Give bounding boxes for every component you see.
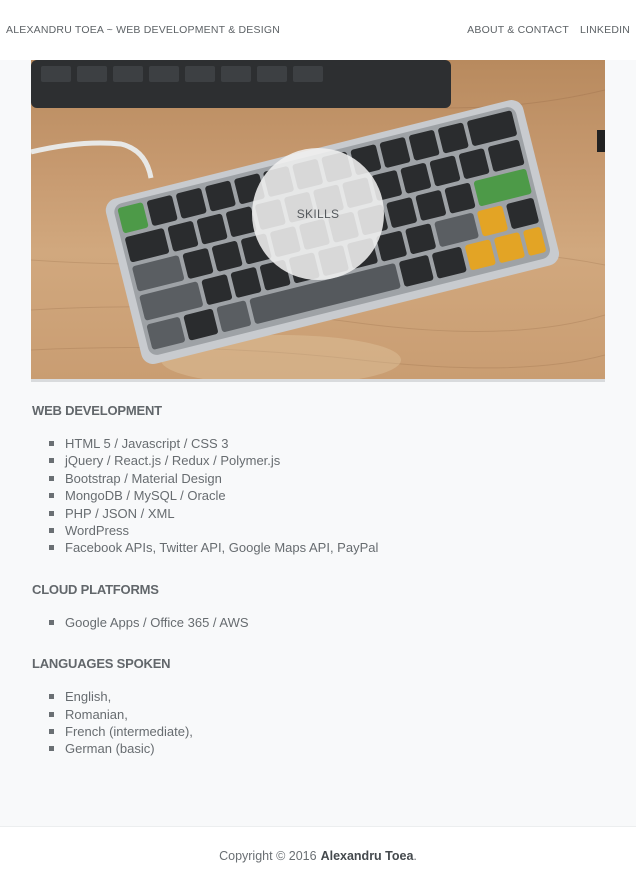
site-header: ALEXANDRU TOEA ~ WEB DEVELOPMENT & DESIG…: [0, 0, 636, 60]
list-item: Google Apps / Office 365 / AWS: [49, 614, 604, 631]
list-item: jQuery / React.js / Redux / Polymer.js: [49, 452, 604, 469]
copyright-suffix: .: [413, 849, 417, 863]
section-title-web-development: WEB DEVELOPMENT: [32, 403, 162, 418]
web-development-list: HTML 5 / Javascript / CSS 3 jQuery / Rea…: [49, 435, 604, 557]
list-item: WordPress: [49, 522, 604, 539]
list-item: French (intermediate),: [49, 723, 604, 740]
section-title-cloud-platforms: CLOUD PLATFORMS: [32, 581, 159, 597]
nav-linkedin[interactable]: LINKEDIN: [580, 24, 630, 36]
list-item: Romanian,: [49, 706, 604, 723]
site-footer: Copyright © 2016 Alexandru Toea .: [0, 826, 636, 885]
list-item: German (basic): [49, 740, 604, 757]
hero-banner: SKILLS: [31, 60, 605, 382]
skills-label: SKILLS: [296, 207, 340, 221]
list-item: English,: [49, 688, 604, 705]
skills-badge: SKILLS: [252, 148, 384, 280]
cloud-platforms-list: Google Apps / Office 365 / AWS: [49, 614, 604, 631]
section-title-languages-spoken: LANGUAGES SPOKEN: [32, 656, 171, 672]
skills-content: WEB DEVELOPMENT HTML 5 / Javascript / CS…: [32, 400, 604, 780]
copyright-text: Copyright © 2016: [219, 849, 317, 863]
list-item: HTML 5 / Javascript / CSS 3: [49, 435, 604, 452]
list-item: Facebook APIs, Twitter API, Google Maps …: [49, 539, 604, 556]
list-item: MongoDB / MySQL / Oracle: [49, 487, 604, 504]
nav-about-contact[interactable]: ABOUT & CONTACT: [467, 24, 569, 36]
list-item: Bootstrap / Material Design: [49, 470, 604, 487]
list-item: PHP / JSON / XML: [49, 505, 604, 522]
top-nav: ABOUT & CONTACT LINKEDIN: [467, 24, 630, 36]
brand-link[interactable]: ALEXANDRU TOEA ~ WEB DEVELOPMENT & DESIG…: [6, 24, 280, 36]
languages-list: English, Romanian, French (intermediate)…: [49, 688, 604, 758]
author-link[interactable]: Alexandru Toea: [321, 849, 414, 863]
